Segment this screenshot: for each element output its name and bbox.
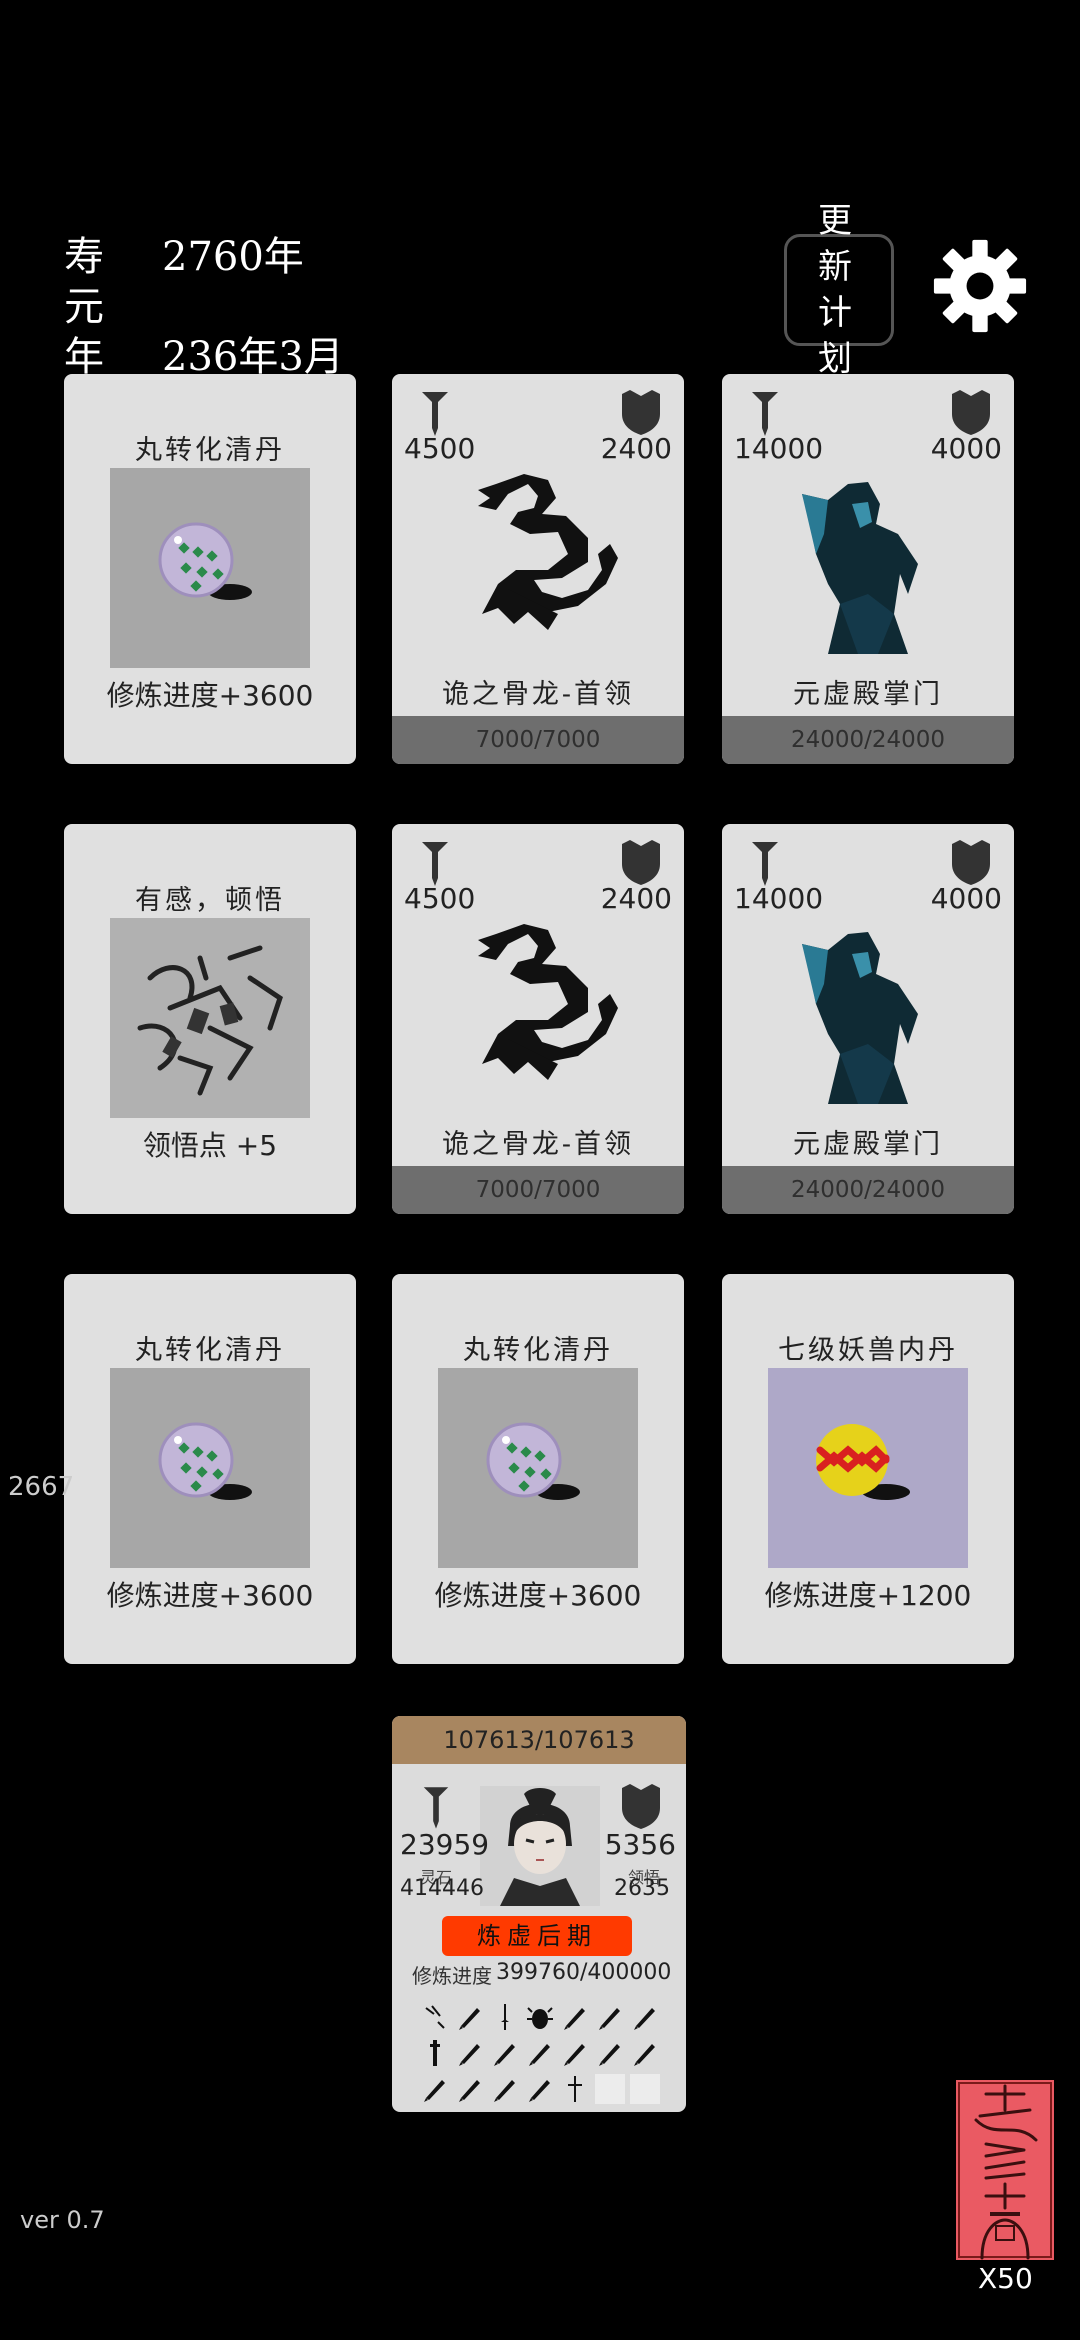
card-item-beast-core[interactable]: 七级妖兽内丹 修炼进度+1200 xyxy=(722,1274,1014,1664)
sword-icon[interactable] xyxy=(455,2074,485,2104)
player-attack: 23959 xyxy=(400,1828,490,1861)
lifespan-value: 2760年 xyxy=(162,234,304,280)
sword-icon[interactable] xyxy=(595,2038,625,2068)
enemy-attack: 4500 xyxy=(404,432,476,465)
card-effect: 修炼进度+3600 xyxy=(106,679,314,712)
sword-icon[interactable] xyxy=(490,2038,520,2068)
card-item-pill[interactable]: 丸转化清丹 修炼进度+3600 xyxy=(392,1274,684,1664)
sword-icon[interactable] xyxy=(525,2074,555,2104)
enemy-hp-bar: 24000/24000 xyxy=(722,1166,1014,1214)
calligraphy-art xyxy=(110,918,310,1118)
sword-icon[interactable] xyxy=(490,2074,520,2104)
cultivation-progress-value: 399760/400000 xyxy=(496,1960,672,1985)
sect-master-art xyxy=(802,932,918,1104)
enemy-name: 元虚殿掌门 xyxy=(793,1129,943,1160)
side-counter: 2667 xyxy=(8,1472,75,1502)
card-title: 丸转化清丹 xyxy=(135,1335,285,1366)
card-effect: 修炼进度+3600 xyxy=(434,1579,642,1612)
shield-icon xyxy=(622,1784,660,1829)
shield-icon xyxy=(952,390,990,435)
talisman-icon[interactable] xyxy=(420,2002,450,2032)
inventory-grid xyxy=(420,2002,660,2104)
beast-core-art xyxy=(768,1368,968,1568)
enemy-name: 诡之骨龙-首领 xyxy=(441,679,635,710)
enemy-name: 元虚殿掌门 xyxy=(793,679,943,710)
gear-icon[interactable] xyxy=(932,238,1028,334)
realm-badge: 炼虚后期 xyxy=(442,1916,632,1956)
talisman-button[interactable] xyxy=(956,2080,1054,2260)
sword-icon[interactable] xyxy=(525,2038,555,2068)
card-item-insight[interactable]: 有感，顿悟 领悟点 +5 xyxy=(64,824,356,1214)
card-enemy-sect-master[interactable]: 14000 4000 元虚殿掌门 24000/24000 xyxy=(722,824,1014,1214)
talisman-icon xyxy=(958,2082,1052,2260)
purple-pill-art xyxy=(110,1368,310,1568)
enemy-defense: 4000 xyxy=(930,432,1002,465)
purple-pill-art xyxy=(438,1368,638,1568)
lifespan-label: 寿元 xyxy=(64,234,108,330)
enemy-defense: 2400 xyxy=(600,432,672,465)
avatar xyxy=(480,1786,600,1906)
card-title: 有感，顿悟 xyxy=(135,885,285,916)
card-enemy-dragon[interactable]: 4500 2400 诡之骨龙-首领 7000/7000 xyxy=(392,824,684,1214)
enemy-attack: 4500 xyxy=(404,882,476,915)
sword-icon xyxy=(752,842,778,886)
card-effect: 修炼进度+3600 xyxy=(106,1579,314,1612)
card-title: 七级妖兽内丹 xyxy=(778,1335,958,1366)
player-card[interactable]: 107613/107613 23959 5356 灵石 414446 领悟 26… xyxy=(392,1716,686,2112)
version-label: ver 0.7 xyxy=(20,2206,105,2234)
beetle-icon[interactable] xyxy=(525,2002,555,2032)
bone-dragon-art xyxy=(478,474,618,630)
insight-value: 2635 xyxy=(614,1876,670,1901)
sword-icon[interactable] xyxy=(455,2038,485,2068)
shield-icon xyxy=(952,840,990,885)
shield-icon xyxy=(622,390,660,435)
card-title: 丸转化清丹 xyxy=(135,435,285,466)
enemy-hp-bar: 7000/7000 xyxy=(392,1166,684,1214)
enemy-hp-bar: 24000/24000 xyxy=(722,716,1014,764)
card-effect: 修炼进度+1200 xyxy=(764,1579,972,1612)
player-hp-bar: 107613/107613 xyxy=(392,1716,686,1764)
card-title: 丸转化清丹 xyxy=(463,1335,613,1366)
card-item-pill[interactable]: 丸转化清丹 修炼进度+3600 xyxy=(64,374,356,764)
shield-icon xyxy=(622,840,660,885)
card-item-pill[interactable]: 丸转化清丹 修炼进度+3600 xyxy=(64,1274,356,1664)
cross-sword-icon[interactable] xyxy=(560,2074,590,2104)
enemy-attack: 14000 xyxy=(734,432,824,465)
sword-icon[interactable] xyxy=(420,2074,450,2104)
player-defense: 5356 xyxy=(604,1828,676,1861)
sword-icon xyxy=(422,842,448,886)
spirit-stone-value: 414446 xyxy=(400,1876,484,1901)
update-plan-label: 更新计划 xyxy=(818,201,860,379)
card-effect: 领悟点 +5 xyxy=(142,1129,278,1162)
enemy-attack: 14000 xyxy=(734,882,824,915)
sword-icon[interactable] xyxy=(630,2002,660,2032)
empty-slot[interactable] xyxy=(630,2074,660,2104)
sword-icon[interactable] xyxy=(455,2002,485,2032)
talisman-count: X50 xyxy=(978,2262,1033,2295)
sword-icon[interactable] xyxy=(560,2002,590,2032)
enemy-defense: 2400 xyxy=(600,882,672,915)
cultivation-progress-label: 修炼进度 xyxy=(412,1964,492,1988)
purple-pill-art xyxy=(110,468,310,668)
card-enemy-sect-master[interactable]: 14000 4000 元虚殿掌门 24000/24000 xyxy=(722,374,1014,764)
sword-icon xyxy=(423,1787,449,1829)
enemy-hp-bar: 7000/7000 xyxy=(392,716,684,764)
sword-icon[interactable] xyxy=(595,2002,625,2032)
enemy-defense: 4000 xyxy=(930,882,1002,915)
card-enemy-dragon[interactable]: 4500 2400 诡之骨龙-首领 7000/7000 xyxy=(392,374,684,764)
update-plan-button[interactable]: 更新计划 xyxy=(784,201,894,379)
sword-icon[interactable] xyxy=(560,2038,590,2068)
sword-icon xyxy=(422,392,448,436)
enemy-name: 诡之骨龙-首领 xyxy=(441,1129,635,1160)
bone-dragon-art xyxy=(478,924,618,1080)
sword-icon[interactable] xyxy=(630,2038,660,2068)
sword-icon xyxy=(752,392,778,436)
dagger-icon[interactable] xyxy=(490,2002,520,2032)
empty-slot[interactable] xyxy=(595,2074,625,2104)
staff-icon[interactable] xyxy=(420,2038,450,2068)
sect-master-art xyxy=(802,482,918,654)
